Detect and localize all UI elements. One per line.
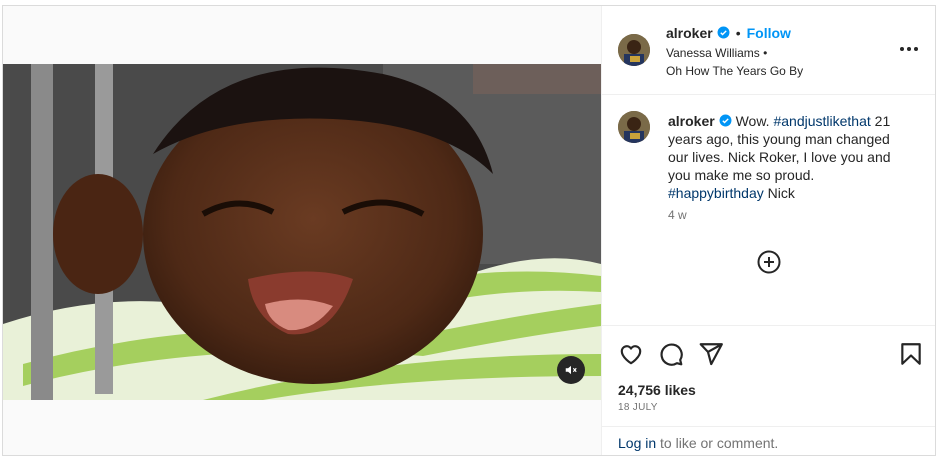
post-header: alroker • Follow Vanessa Williams • Oh How… — [602, 6, 935, 95]
caption-avatar[interactable] — [618, 111, 650, 143]
audio-dot: • — [763, 46, 768, 60]
avatar-image — [618, 111, 650, 143]
plus-circle-icon[interactable] — [756, 249, 782, 275]
login-link[interactable]: Log in — [618, 435, 656, 451]
avatar-image — [618, 34, 650, 66]
heart-icon[interactable] — [618, 341, 644, 367]
mute-button[interactable] — [557, 356, 585, 384]
action-bar — [602, 325, 935, 386]
post-media — [3, 6, 602, 455]
hashtag-happybirthday[interactable]: #happybirthday — [668, 185, 764, 201]
login-prompt-text: Log in to like or comment. — [618, 435, 778, 451]
post-sidebar: alroker • Follow Vanessa Williams • Oh How… — [602, 6, 935, 455]
caption-time[interactable]: 4 w — [668, 208, 687, 222]
baby-photo-illustration — [3, 64, 601, 400]
bookmark-icon[interactable] — [898, 341, 924, 367]
caption-text: alroker Wow. #andjustlikethat 21 years a… — [668, 112, 908, 202]
avatar[interactable] — [618, 34, 650, 66]
muted-speaker-icon — [565, 365, 577, 375]
follow-button[interactable]: Follow — [747, 25, 791, 41]
instagram-post: alroker • Follow Vanessa Williams • Oh How… — [2, 5, 936, 456]
verified-badge-icon — [717, 26, 730, 39]
comment-icon[interactable] — [658, 341, 684, 367]
post-photo[interactable] — [3, 64, 601, 400]
post-date: 18 JULY — [618, 402, 658, 413]
audio-title[interactable]: Oh How The Years Go By — [666, 64, 803, 78]
verified-badge-icon — [719, 114, 732, 127]
username-link[interactable]: alroker — [666, 25, 713, 41]
caption-part-3: Nick — [767, 185, 795, 201]
separator-dot: • — [735, 25, 741, 41]
hashtag-andjustlikethat[interactable]: #andjustlikethat — [773, 113, 870, 129]
header-user-line: alroker • Follow — [666, 25, 791, 43]
share-icon[interactable] — [698, 341, 724, 367]
login-rest: to like or comment. — [660, 435, 779, 451]
audio-artist[interactable]: Vanessa Williams — [666, 46, 760, 60]
caption-username[interactable]: alroker — [668, 113, 715, 129]
caption-section: alroker Wow. #andjustlikethat 21 years a… — [602, 95, 935, 325]
likes-count[interactable]: 24,756 likes — [618, 382, 696, 398]
more-options-icon[interactable] — [899, 42, 919, 56]
caption-part-1: Wow. — [735, 113, 770, 129]
audio-artist-line: Vanessa Williams • — [666, 46, 767, 60]
login-prompt: Log in to like or comment. — [602, 426, 935, 456]
